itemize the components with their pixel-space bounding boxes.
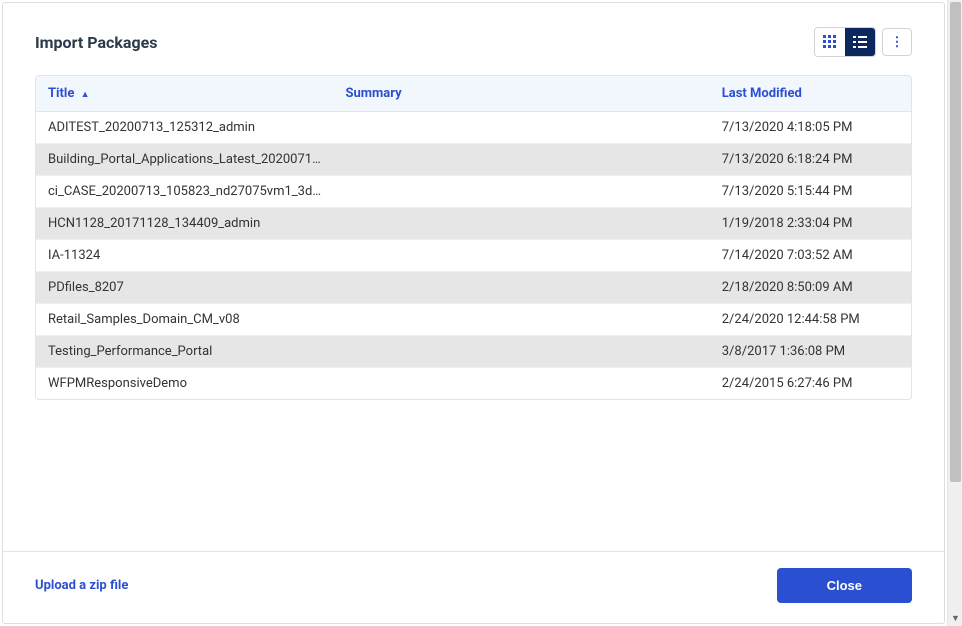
cell-modified: 3/8/2017 1:36:08 PM	[710, 336, 911, 367]
more-options-button[interactable]: ⋮	[882, 28, 912, 56]
cell-summary	[334, 240, 710, 271]
cell-title: PDfiles_8207	[36, 272, 334, 303]
grid-icon	[823, 35, 837, 49]
cell-title: ADITEST_20200713_125312_admin	[36, 112, 334, 143]
list-icon	[853, 36, 867, 48]
upload-zip-link[interactable]: Upload a zip file	[35, 578, 128, 593]
cell-modified: 2/24/2015 6:27:46 PM	[710, 368, 911, 399]
column-header-modified[interactable]: Last Modified	[710, 76, 911, 111]
dialog-footer: Upload a zip file Close	[3, 551, 944, 623]
cell-modified: 7/13/2020 6:18:24 PM	[710, 144, 911, 175]
column-header-modified-label: Last Modified	[722, 86, 802, 101]
sort-asc-icon: ▲	[81, 90, 90, 100]
column-header-summary[interactable]: Summary	[334, 76, 710, 111]
cell-title: Testing_Performance_Portal	[36, 336, 334, 367]
table-row[interactable]: ADITEST_20200713_125312_admin 7/13/2020 4…	[36, 112, 911, 144]
cell-modified: 7/13/2020 5:15:44 PM	[710, 176, 911, 207]
table-row[interactable]: HCN1128_20171128_134409_admin 1/19/2018 2…	[36, 208, 911, 240]
table-row[interactable]: Building_Portal_Applications_Latest_2020…	[36, 144, 911, 176]
cell-summary	[334, 144, 710, 175]
cell-summary	[334, 368, 710, 399]
cell-summary	[334, 272, 710, 303]
cell-title: Retail_Samples_Domain_CM_v08	[36, 304, 334, 335]
page-title: Import Packages	[35, 33, 157, 52]
grid-view-button[interactable]	[815, 28, 845, 56]
cell-summary	[334, 112, 710, 143]
cell-modified: 7/13/2020 4:18:05 PM	[710, 112, 911, 143]
scrollbar-thumb[interactable]	[950, 2, 961, 482]
cell-modified: 1/19/2018 2:33:04 PM	[710, 208, 911, 239]
view-toggle-group	[814, 27, 876, 57]
table-row[interactable]: Testing_Performance_Portal 3/8/2017 1:36:…	[36, 336, 911, 368]
cell-summary	[334, 336, 710, 367]
cell-modified: 2/24/2020 12:44:58 PM	[710, 304, 911, 335]
cell-title: HCN1128_20171128_134409_admin	[36, 208, 334, 239]
list-view-button[interactable]	[845, 28, 875, 56]
dialog-content: Import Packages	[2, 2, 945, 624]
close-button[interactable]: Close	[777, 568, 912, 603]
cell-title: Building_Portal_Applications_Latest_2020…	[36, 144, 334, 175]
column-header-title[interactable]: Title ▲	[36, 76, 334, 111]
cell-summary	[334, 304, 710, 335]
table-row[interactable]: ci_CASE_20200713_105823_nd27075vm1_3d4b8…	[36, 176, 911, 208]
table-row[interactable]: WFPMResponsiveDemo 2/24/2015 6:27:46 PM	[36, 368, 911, 399]
column-header-title-label: Title	[48, 86, 74, 101]
table-row[interactable]: Retail_Samples_Domain_CM_v08 2/24/2020 12…	[36, 304, 911, 336]
table-row[interactable]: IA-11324 7/14/2020 7:03:52 AM	[36, 240, 911, 272]
header-row: Import Packages	[35, 27, 912, 57]
cell-title: IA-11324	[36, 240, 334, 271]
column-header-summary-label: Summary	[346, 86, 402, 101]
table-row[interactable]: PDfiles_8207 2/18/2020 8:50:09 AM	[36, 272, 911, 304]
kebab-icon: ⋮	[891, 36, 904, 49]
content-area: Import Packages	[3, 3, 944, 551]
view-controls: ⋮	[814, 27, 912, 57]
cell-summary	[334, 176, 710, 207]
cell-title: ci_CASE_20200713_105823_nd27075vm1_3d4b8…	[36, 176, 334, 207]
vertical-scrollbar[interactable]: ▼	[947, 0, 962, 626]
dialog-window: Import Packages	[0, 0, 962, 626]
cell-summary	[334, 208, 710, 239]
cell-modified: 2/18/2020 8:50:09 AM	[710, 272, 911, 303]
packages-table: Title ▲ Summary Last Modified ADITEST_20…	[35, 75, 912, 400]
cell-modified: 7/14/2020 7:03:52 AM	[710, 240, 911, 271]
cell-title: WFPMResponsiveDemo	[36, 368, 334, 399]
scroll-down-arrow-icon[interactable]: ▼	[948, 611, 962, 626]
table-body: ADITEST_20200713_125312_admin 7/13/2020 4…	[36, 112, 911, 399]
table-header: Title ▲ Summary Last Modified	[36, 76, 911, 112]
